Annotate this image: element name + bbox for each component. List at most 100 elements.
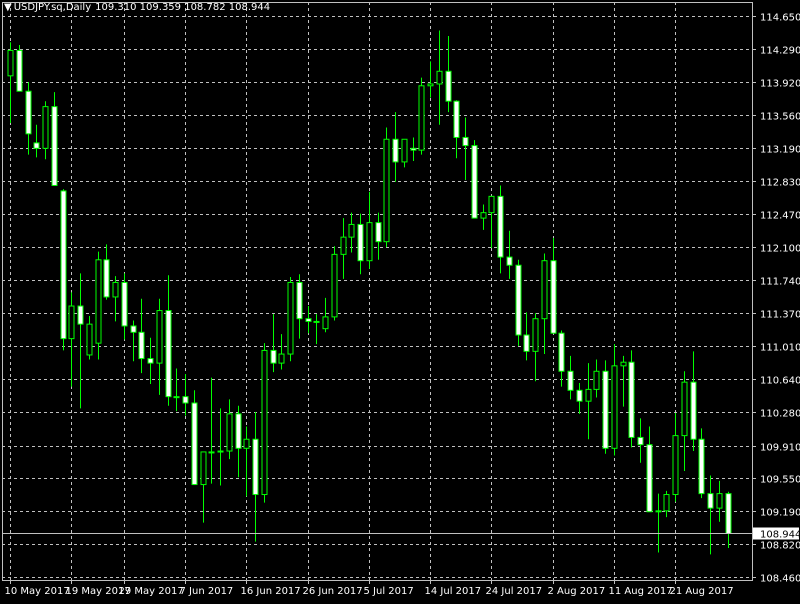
candle[interactable] (60, 189, 67, 351)
candle-body-bear (707, 493, 714, 509)
candle-body-bull (418, 85, 425, 151)
candle-body-bear (77, 305, 84, 325)
candle[interactable] (628, 350, 635, 448)
chart-background (0, 0, 800, 600)
y-tick-label: 108.460 (760, 574, 800, 585)
candle-body-bull (200, 451, 207, 486)
y-tick-label: 113.560 (760, 112, 800, 123)
candle-body-bear (60, 190, 67, 340)
x-tick-label: 16 Jun 2017 (241, 586, 301, 597)
candle[interactable] (287, 277, 294, 362)
y-tick-label: 109.190 (760, 508, 800, 519)
candle-body-bear (392, 138, 399, 163)
candle[interactable] (515, 259, 522, 346)
candle-body-bull (68, 305, 75, 340)
y-tick-label: 109.910 (760, 443, 800, 454)
candle-body-bull (156, 310, 163, 364)
candle-body-bull (620, 361, 627, 367)
x-tick-label: 10 May 2017 (5, 586, 70, 597)
candle-body-bull (672, 435, 679, 496)
candle-body-bear (130, 325, 137, 333)
candle-body-bear (357, 223, 364, 262)
candle-body-bear (16, 49, 23, 92)
candle-body-bear (103, 259, 110, 298)
candle[interactable] (191, 390, 198, 486)
candle-body-bear (252, 438, 259, 496)
candle-body-bull (7, 49, 14, 77)
candle-body-bull (427, 83, 434, 87)
candle-body-bull (401, 138, 408, 163)
y-tick-label: 109.550 (760, 475, 800, 486)
x-tick-label: 21 Aug 2017 (670, 586, 734, 597)
candle[interactable] (471, 140, 478, 219)
candle-body-bear (33, 142, 40, 149)
candle-body-bear (576, 389, 583, 402)
chart-canvas[interactable]: 114.650 114.290 113.920 113.560 113.190 112.8… (0, 0, 800, 600)
candle-body-bear (270, 349, 277, 364)
x-tick-label: 26 Jun 2017 (303, 586, 363, 597)
candle[interactable] (16, 45, 23, 92)
candle-body-bull (348, 223, 355, 238)
candle-body-bear (138, 331, 145, 360)
candle-body-bull (208, 451, 215, 454)
candle-body-bear (523, 334, 530, 352)
candle-body-bull (287, 281, 294, 355)
candle-body-bull (261, 349, 268, 496)
candle[interactable] (331, 246, 338, 321)
symbol-label: USDJPY.sq,Daily (13, 2, 92, 13)
candle-body-bear (147, 358, 154, 364)
candle-body-bull (383, 138, 390, 243)
candle[interactable] (95, 251, 102, 360)
current-price-label: 108.944 (760, 530, 800, 541)
candle-body-bear (558, 332, 565, 372)
candle-body-bull (331, 253, 338, 318)
candle-body-bear (453, 100, 460, 138)
candle-body-bear (698, 438, 705, 495)
candle-body-bear (646, 444, 653, 513)
candle-body-bear (235, 413, 242, 449)
candle-body-bear (305, 318, 312, 322)
candle[interactable] (418, 77, 425, 155)
candle-body-bear (462, 136, 469, 147)
candle-body-bull (243, 438, 250, 449)
candle-body-bear (25, 90, 32, 135)
candle-body-bear (497, 195, 504, 258)
dropdown-triangle-icon[interactable]: ▼ (4, 2, 12, 13)
candle[interactable] (698, 428, 705, 499)
candle[interactable] (51, 92, 58, 186)
candle-body-bear (725, 493, 732, 534)
y-tick-label: 112.470 (760, 211, 800, 222)
candle[interactable] (383, 127, 390, 248)
y-tick-label: 114.290 (760, 46, 800, 57)
candle-body-bear (602, 370, 609, 449)
x-tick-label: 2 Aug 2017 (548, 586, 606, 597)
candle-body-bear (191, 402, 198, 486)
candle[interactable] (602, 360, 609, 454)
y-tick-label: 114.650 (760, 13, 800, 24)
y-tick-label: 111.370 (760, 310, 800, 321)
candle-body-bull (278, 353, 285, 364)
candle-body-bull (585, 388, 592, 402)
candle-body-bull (226, 413, 233, 452)
y-tick-label: 112.830 (760, 178, 800, 189)
ohlc-readout: 109.310 109.359 108.782 108.944 (95, 2, 271, 13)
candle-body-bull (173, 396, 180, 399)
y-tick-label: 112.100 (760, 244, 800, 255)
y-tick-label: 111.010 (760, 343, 800, 354)
candle-body-bear (637, 436, 644, 446)
candle-body-bear (410, 147, 417, 151)
candle-body-bull (86, 323, 93, 356)
candle-body-bull (322, 316, 329, 330)
candle-body-bull (541, 260, 548, 320)
candle-body-bull (366, 222, 373, 262)
candle-body-bull (480, 212, 487, 219)
candle-body-bull (532, 318, 539, 352)
x-tick-label: 11 Aug 2017 (609, 586, 673, 597)
y-tick-label: 111.740 (760, 277, 800, 288)
candle-body-bull (313, 320, 320, 323)
candle-body-bear (550, 260, 557, 334)
candle-body-bear (506, 256, 513, 266)
candle[interactable] (261, 343, 268, 503)
price-chart[interactable]: 114.650 114.290 113.920 113.560 113.190 112.8… (0, 0, 800, 600)
candle-body-bear (471, 145, 478, 219)
